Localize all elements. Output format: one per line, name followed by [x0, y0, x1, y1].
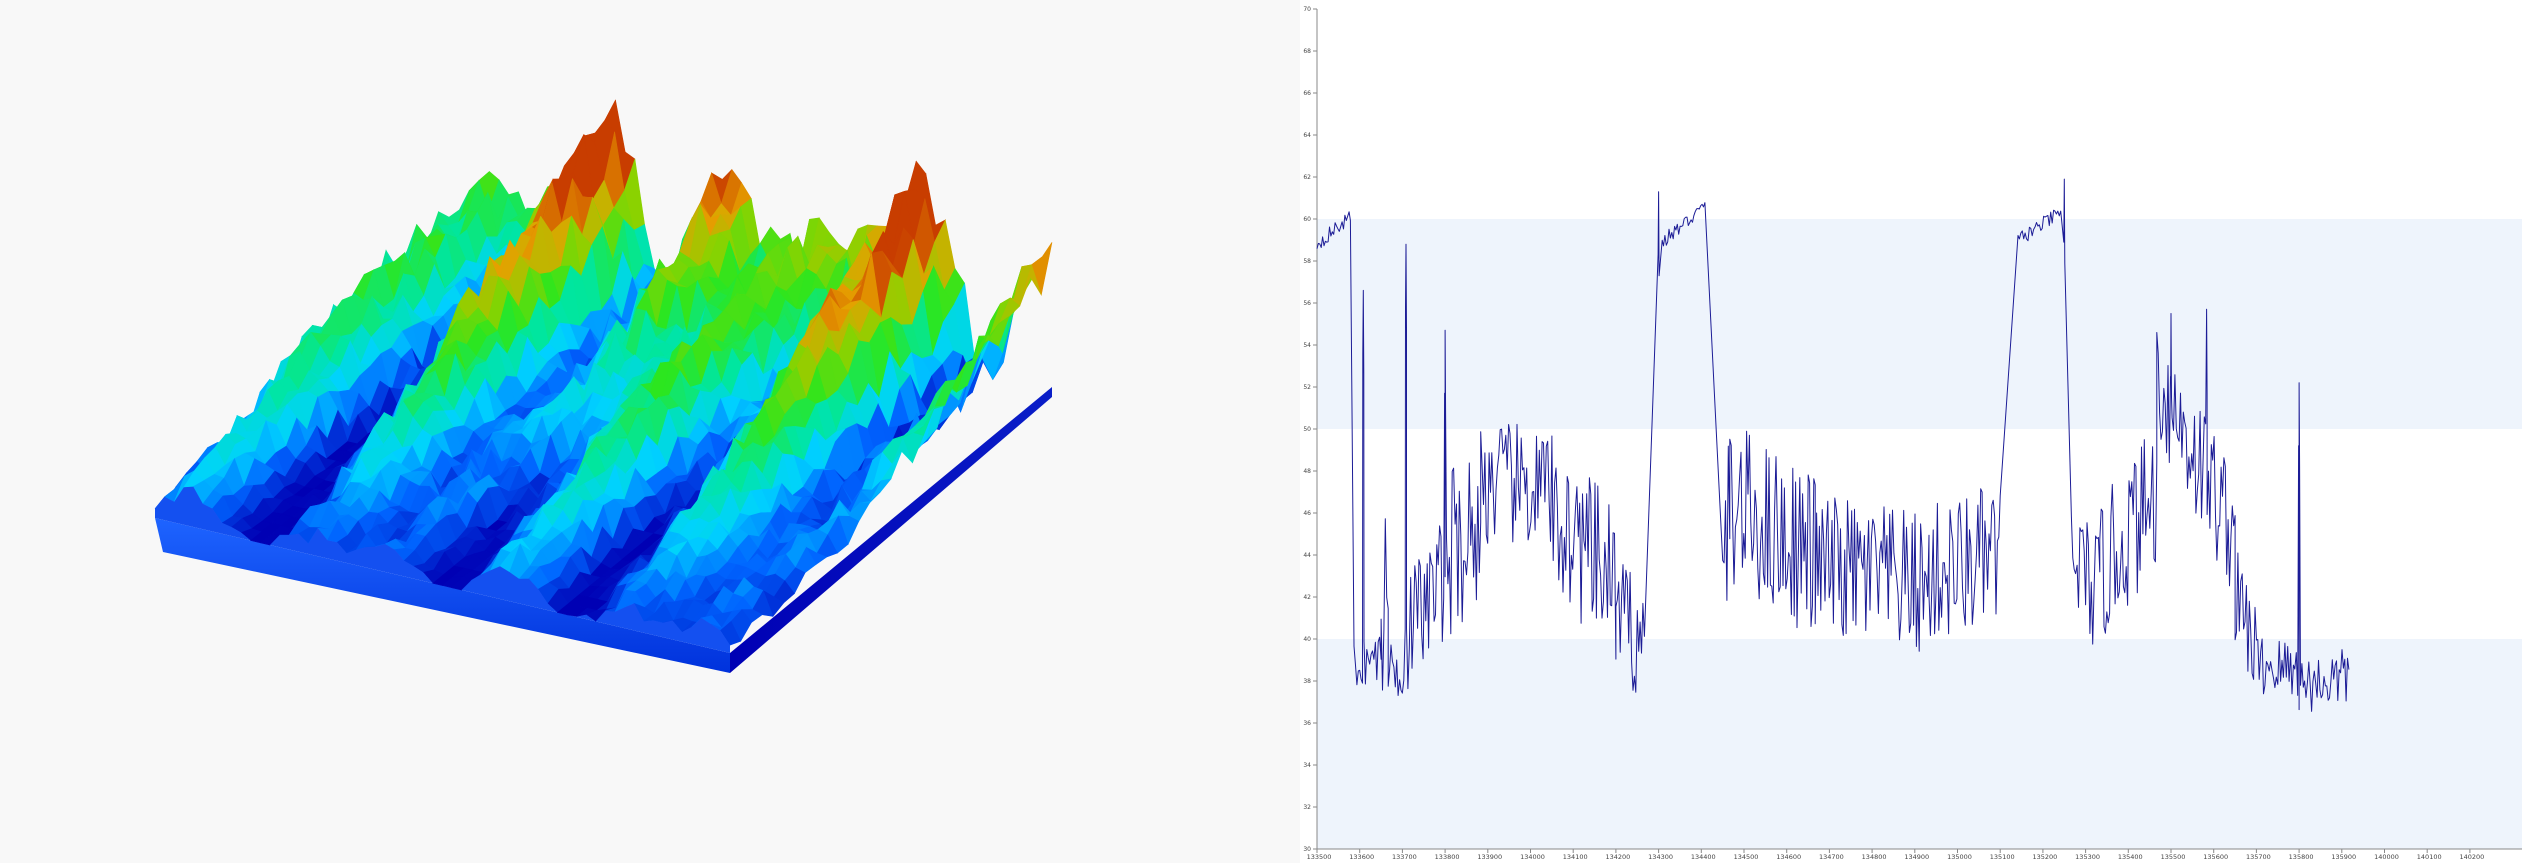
y-tick-label: 70 [1303, 6, 1311, 13]
x-tick-label: 134300 [1648, 853, 1673, 861]
y-tick-label: 44 [1303, 552, 1311, 559]
x-tick-label: 135500 [2161, 853, 2186, 861]
x-tick-label: 135800 [2289, 853, 2314, 861]
x-tick-label: 134900 [1904, 853, 1929, 861]
x-tick-label: 135200 [2032, 853, 2057, 861]
x-tick-label: 134600 [1776, 853, 1801, 861]
surface-plot-panel [0, 0, 1300, 863]
line-chart: 30 32 34 36 38 40 42 44 46 48 50 52 54 56 58 60 62 64 66 68… [1303, 6, 2522, 861]
y-tick-label: 46 [1303, 510, 1311, 517]
x-tick-label: 133500 [1307, 853, 1332, 861]
x-tick-label: 140000 [2374, 853, 2399, 861]
y-tick-label: 58 [1303, 258, 1311, 265]
x-tick-label: 133900 [1477, 853, 1502, 861]
x-tick-label: 134500 [1734, 853, 1759, 861]
y-tick-label: 54 [1303, 342, 1311, 349]
x-tick-label: 135900 [2331, 853, 2356, 861]
x-tick-label: 133700 [1392, 853, 1417, 861]
y-tick-label: 56 [1303, 300, 1311, 307]
y-tick-label: 68 [1303, 48, 1311, 55]
x-tick-label: 135100 [1990, 853, 2015, 861]
x-tick-label: 133600 [1349, 853, 1374, 861]
y-tick-label: 50 [1303, 426, 1311, 433]
band-1 [1317, 219, 2522, 429]
y-tick-label: 42 [1303, 594, 1311, 601]
surface-plot [154, 99, 1053, 673]
surface-patch [1031, 242, 1053, 297]
x-tick-label: 140100 [2417, 853, 2442, 861]
shaded-bands [1317, 219, 2522, 849]
x-tick-label: 134000 [1520, 853, 1545, 861]
band-0 [1317, 639, 2522, 849]
x-tick-label: 135700 [2246, 853, 2271, 861]
x-tick-label: 133800 [1435, 853, 1460, 861]
y-tick-label: 40 [1303, 636, 1311, 643]
x-tick-label: 134400 [1691, 853, 1716, 861]
y-tick-label: 60 [1303, 216, 1311, 223]
y-tick-label: 52 [1303, 384, 1311, 391]
x-tick-label: 134800 [1862, 853, 1887, 861]
y-tick-label: 36 [1303, 720, 1311, 727]
x-tick-label: 135000 [1947, 853, 1972, 861]
x-tick-label: 135400 [2118, 853, 2143, 861]
line-chart-panel: 30 32 34 36 38 40 42 44 46 48 50 52 54 56 58 60 62 64 66 68… [1300, 0, 2523, 863]
x-tick-label: 134700 [1819, 853, 1844, 861]
y-tick-label: 66 [1303, 90, 1311, 97]
x-tick-label: 140200 [2459, 853, 2484, 861]
y-tick-label: 30 [1303, 846, 1311, 853]
y-tick-label: 48 [1303, 468, 1311, 475]
y-tick-label: 62 [1303, 174, 1311, 181]
x-tick-label: 134100 [1563, 853, 1588, 861]
screenshot-root: 30 32 34 36 38 40 42 44 46 48 50 52 54 56 58 60 62 64 66 68… [0, 0, 2523, 863]
y-tick-label: 38 [1303, 678, 1311, 685]
y-tick-label: 32 [1303, 804, 1311, 811]
y-tick-label: 64 [1303, 132, 1311, 139]
x-tick-label: 135600 [2203, 853, 2228, 861]
y-tick-label: 34 [1303, 762, 1311, 769]
x-tick-label: 134200 [1605, 853, 1630, 861]
x-tick-label: 135300 [2075, 853, 2100, 861]
